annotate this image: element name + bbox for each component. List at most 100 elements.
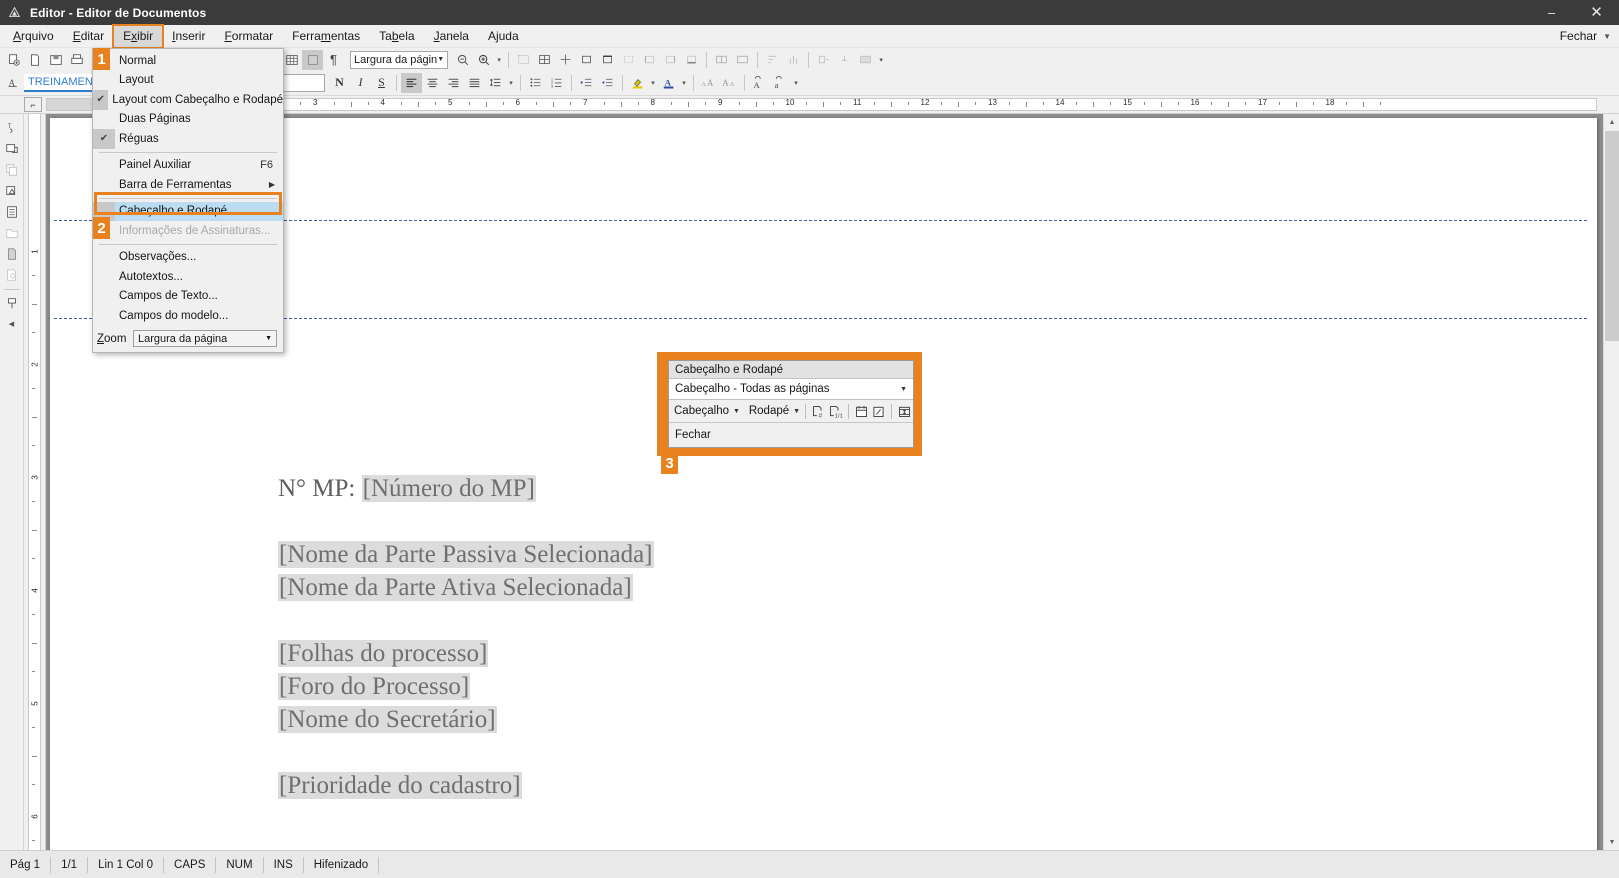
document-line[interactable]: [Nome da Parte Ativa Selecionada]	[278, 571, 1587, 604]
close-button[interactable]: ✕	[1574, 0, 1619, 25]
style-icon[interactable]: A	[3, 73, 24, 93]
list-view-icon[interactable]	[2, 202, 22, 222]
sort-icon[interactable]	[762, 50, 783, 70]
text-cursor-icon[interactable]: T	[2, 118, 22, 138]
underline-icon[interactable]: S	[371, 73, 392, 93]
zoom-dropdown-icon[interactable]: ▾	[494, 56, 504, 64]
sidebar-collapse-icon[interactable]: ◀	[2, 314, 22, 334]
menu-item-observa-es[interactable]: Observações...	[93, 248, 283, 268]
save-icon[interactable]	[45, 50, 66, 70]
merge-cells-icon[interactable]	[732, 50, 753, 70]
distribute-icon[interactable]	[783, 50, 804, 70]
highlight-color-icon[interactable]	[627, 73, 648, 93]
menu-arquivo[interactable]: Arquivo	[4, 26, 63, 47]
page-icon[interactable]	[2, 244, 22, 264]
vertical-ruler[interactable]: 1 2 3 4 5 6	[24, 114, 46, 850]
document-field[interactable]: [Nome da Parte Ativa Selecionada]	[278, 574, 633, 601]
document-field[interactable]: [Nome da Parte Passiva Selecionada]	[278, 541, 654, 568]
footer-dropdown-button[interactable]: Rodapé ▼	[749, 405, 800, 417]
menu-janela[interactable]: Janela	[425, 26, 478, 47]
chevron-down-icon[interactable]: ▼	[265, 335, 272, 342]
menu-ajuda[interactable]: Ajuda	[479, 26, 528, 47]
chevron-down-icon[interactable]: ▼	[793, 408, 800, 415]
annotation-icon[interactable]	[2, 181, 22, 201]
zoom-in-icon[interactable]	[473, 50, 494, 70]
table-grid-icon-1[interactable]	[513, 50, 534, 70]
table-grid-icon-2[interactable]	[534, 50, 555, 70]
line-spacing-dropdown-icon[interactable]: ▾	[506, 79, 516, 87]
align-center-icon[interactable]	[422, 73, 443, 93]
justify-icon[interactable]	[464, 73, 485, 93]
insert-page-number-icon[interactable]: #	[811, 402, 827, 420]
menu-editar[interactable]: Editar	[64, 26, 113, 47]
insert-column-icon[interactable]	[813, 50, 834, 70]
document-line[interactable]: [Foro do Processo]	[278, 670, 1587, 703]
table-border-left-icon[interactable]	[639, 50, 660, 70]
print-icon[interactable]	[66, 50, 87, 70]
line-spacing-icon[interactable]	[485, 73, 506, 93]
highlight-dropdown-icon[interactable]: ▾	[648, 79, 658, 87]
align-right-icon[interactable]	[443, 73, 464, 93]
special-char-icon[interactable]	[302, 49, 323, 70]
vertical-scrollbar[interactable]: ▲ ▼	[1603, 114, 1619, 850]
bold-icon[interactable]: N	[329, 73, 350, 93]
table-border-top-icon[interactable]	[597, 50, 618, 70]
table-border-none-icon[interactable]	[618, 50, 639, 70]
document-field[interactable]: [Número do MP]	[361, 475, 536, 502]
flag-icon[interactable]	[2, 293, 22, 313]
document-line[interactable]: [Folhas do processo]	[278, 637, 1587, 670]
document-line[interactable]: N° MP: [Número do MP]	[278, 472, 1587, 505]
seal-icon[interactable]	[2, 265, 22, 285]
menu-item-campos-do-modelo[interactable]: Campos do modelo...	[93, 306, 283, 326]
dialog-close-button[interactable]: Fechar	[669, 423, 913, 447]
header-footer-margins-icon[interactable]	[897, 402, 913, 420]
decrease-font-icon[interactable]: AA	[719, 73, 740, 93]
menu-zoom-select[interactable]: Largura da página ▼	[133, 330, 277, 347]
document-field[interactable]: [Foro do Processo]	[278, 673, 471, 700]
minimize-button[interactable]: –	[1529, 0, 1574, 25]
vertical-scroll-thumb[interactable]	[1605, 131, 1619, 341]
exibir-dropdown-menu[interactable]: Normal Layout ✔ Layout com Cabeçalho e Roda…	[92, 48, 284, 353]
formatting-marks-icon[interactable]: ¶	[323, 50, 344, 70]
insert-page-count-icon[interactable]: 1/1	[827, 402, 843, 420]
insert-object-icon[interactable]	[2, 139, 22, 159]
menu-item-barra-de-ferramentas[interactable]: Barra de Ferramentas ▶	[93, 175, 283, 195]
italic-icon[interactable]: I	[350, 73, 371, 93]
menu-item-painel-auxiliar[interactable]: Painel Auxiliar F6	[93, 156, 283, 176]
chevron-down-icon[interactable]: ▼	[733, 408, 740, 415]
document-line[interactable]: [Nome do Secretário]	[278, 703, 1587, 736]
menu-formatar[interactable]: Formatar	[215, 26, 282, 47]
font-color-dropdown-icon[interactable]: ▾	[679, 79, 689, 87]
menubar-close-button[interactable]: Fechar	[1560, 29, 1597, 43]
align-left-icon[interactable]	[401, 72, 422, 93]
table-dropdown-icon[interactable]: ▾	[876, 56, 886, 64]
document-line[interactable]: [Prioridade do cadastro]	[278, 769, 1587, 802]
menu-zoom-row[interactable]: Zoom Largura da página ▼	[93, 328, 283, 350]
document-body-text[interactable]: N° MP: [Número do MP] [Nome da Parte Pass…	[278, 472, 1587, 802]
insert-table-icon[interactable]	[281, 50, 302, 70]
uppercase-icon[interactable]: A	[749, 73, 770, 93]
menu-ferramentas[interactable]: Ferramentas	[283, 26, 369, 47]
header-footer-scope-select[interactable]: Cabeçalho - Todas as páginas ▼	[669, 379, 913, 400]
zoom-out-icon[interactable]	[452, 50, 473, 70]
menu-item-cabe-alho-e-rodap[interactable]: Cabeçalho e Rodapé	[93, 201, 283, 221]
chevron-down-icon[interactable]: ▼	[900, 386, 907, 393]
menu-item-layout-com-cabe-alho-e-rodap[interactable]: ✔ Layout com Cabeçalho e Rodapé	[93, 90, 283, 110]
font-color-icon[interactable]: A	[658, 73, 679, 93]
menu-item-autotextos[interactable]: Autotextos...	[93, 267, 283, 287]
insert-time-icon[interactable]	[870, 402, 886, 420]
menu-item-normal[interactable]: Normal	[93, 51, 283, 71]
insert-row-icon[interactable]	[834, 50, 855, 70]
split-cells-icon[interactable]	[711, 50, 732, 70]
menu-item-duas-p-ginas[interactable]: Duas Páginas	[93, 110, 283, 130]
table-properties-icon[interactable]	[855, 50, 876, 70]
menu-inserir[interactable]: Inserir	[163, 26, 214, 47]
scroll-down-icon[interactable]: ▼	[1604, 834, 1619, 850]
table-border-bottom-icon[interactable]	[681, 50, 702, 70]
table-merge-icon[interactable]	[555, 50, 576, 70]
table-border-right-icon[interactable]	[660, 50, 681, 70]
chevron-down-icon[interactable]: ▼	[437, 56, 444, 63]
menu-tabela[interactable]: Tabela	[370, 26, 423, 47]
bullet-list-icon[interactable]	[525, 73, 546, 93]
menu-item-campos-de-texto[interactable]: Campos de Texto...	[93, 287, 283, 307]
